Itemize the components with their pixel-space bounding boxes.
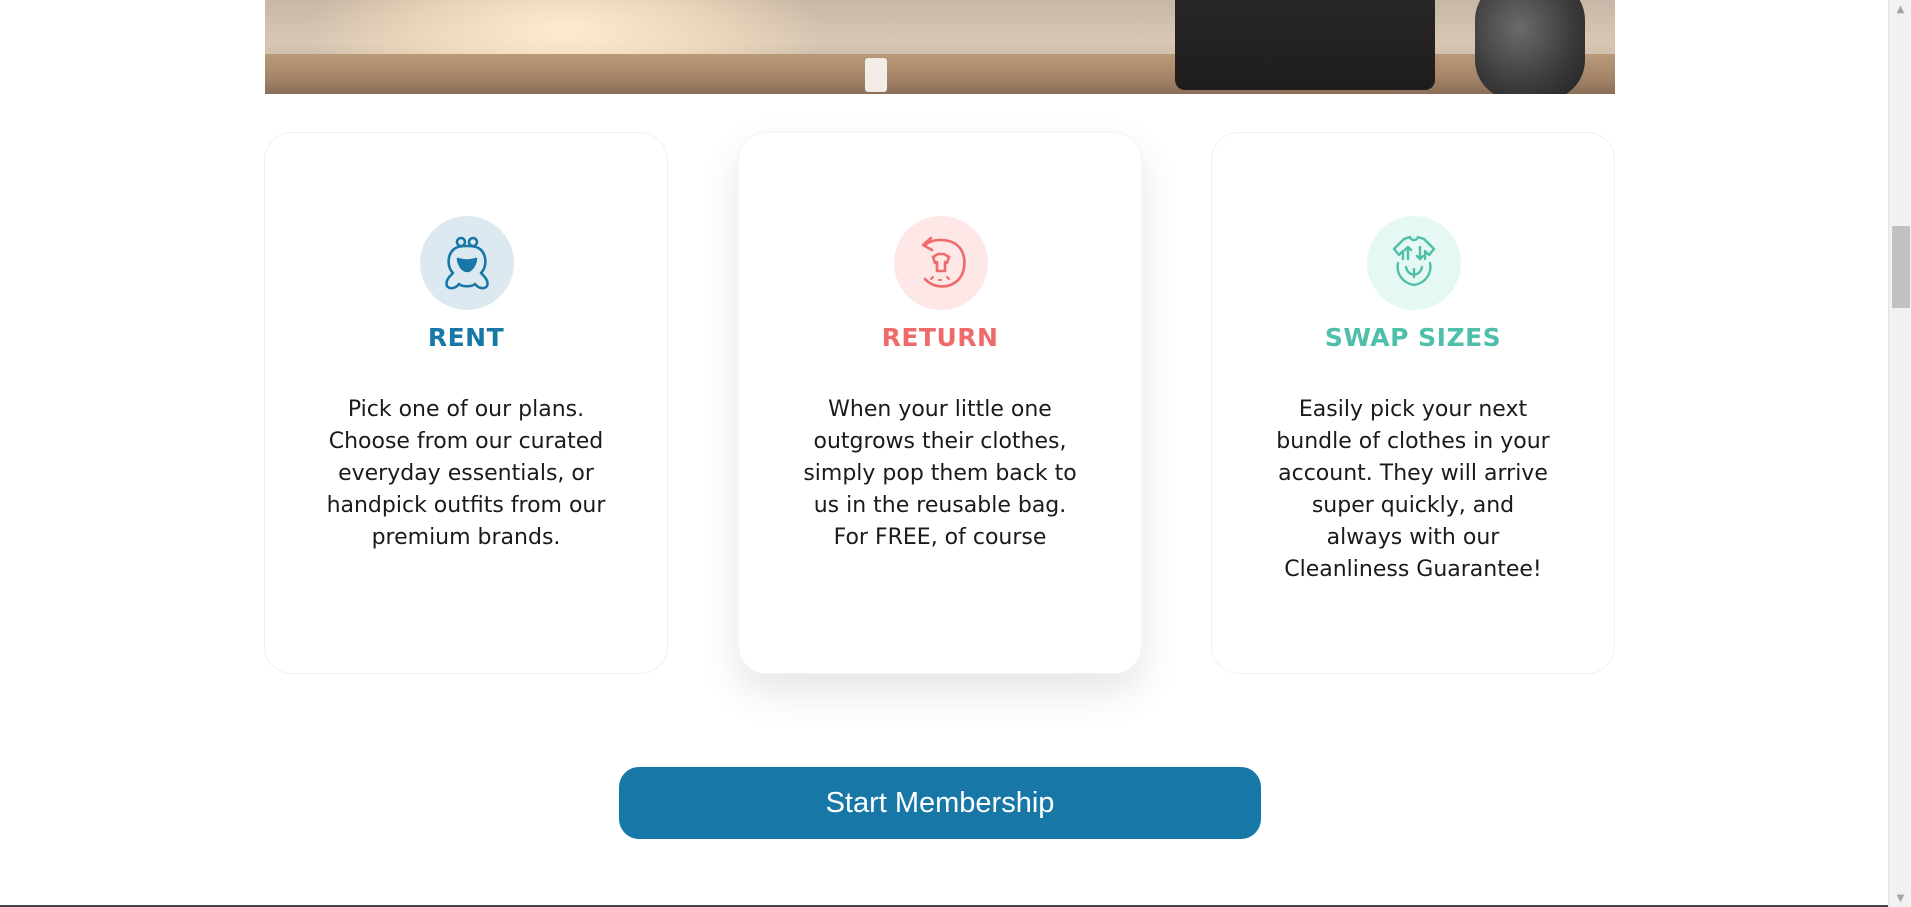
card-swap-sizes: SWAP SIZES Easily pick your next bundle …	[1211, 132, 1615, 674]
card-title-return: RETURN	[881, 323, 999, 352]
card-title-rent: RENT	[427, 323, 505, 352]
scrollbar-thumb[interactable]	[1892, 226, 1910, 308]
scroll-up-arrow-icon[interactable]: ▲	[1889, 0, 1911, 18]
swap-onesie-icon	[1392, 235, 1436, 287]
start-membership-button[interactable]: Start Membership	[619, 767, 1261, 839]
card-return: RETURN When your little one outgrows the…	[738, 132, 1142, 674]
page-viewport: RENT Pick one of our plans. Choose from …	[0, 0, 1911, 907]
card-text-rent: Pick one of our plans. Choose from our c…	[326, 397, 606, 550]
card-rent: RENT Pick one of our plans. Choose from …	[264, 132, 668, 674]
card-text-swap-sizes: Easily pick your next bundle of clothes …	[1276, 397, 1550, 582]
hero-image	[265, 0, 1615, 94]
hero-chair-seat	[1175, 0, 1435, 90]
hero-wall-plug	[865, 58, 887, 92]
rent-icon-circle	[420, 216, 514, 310]
return-shirt-icon	[921, 236, 966, 288]
scroll-down-arrow-icon[interactable]: ▼	[1889, 889, 1911, 907]
vertical-scrollbar[interactable]: ▲ ▼	[1888, 0, 1911, 907]
hero-chair-back	[1475, 0, 1585, 94]
return-icon-circle	[894, 216, 988, 310]
card-text-return: When your little one outgrows their clot…	[803, 397, 1077, 550]
frog-baby-icon	[445, 236, 489, 290]
swap-icon-circle	[1367, 216, 1461, 310]
card-title-swap-sizes: SWAP SIZES	[1324, 323, 1502, 352]
